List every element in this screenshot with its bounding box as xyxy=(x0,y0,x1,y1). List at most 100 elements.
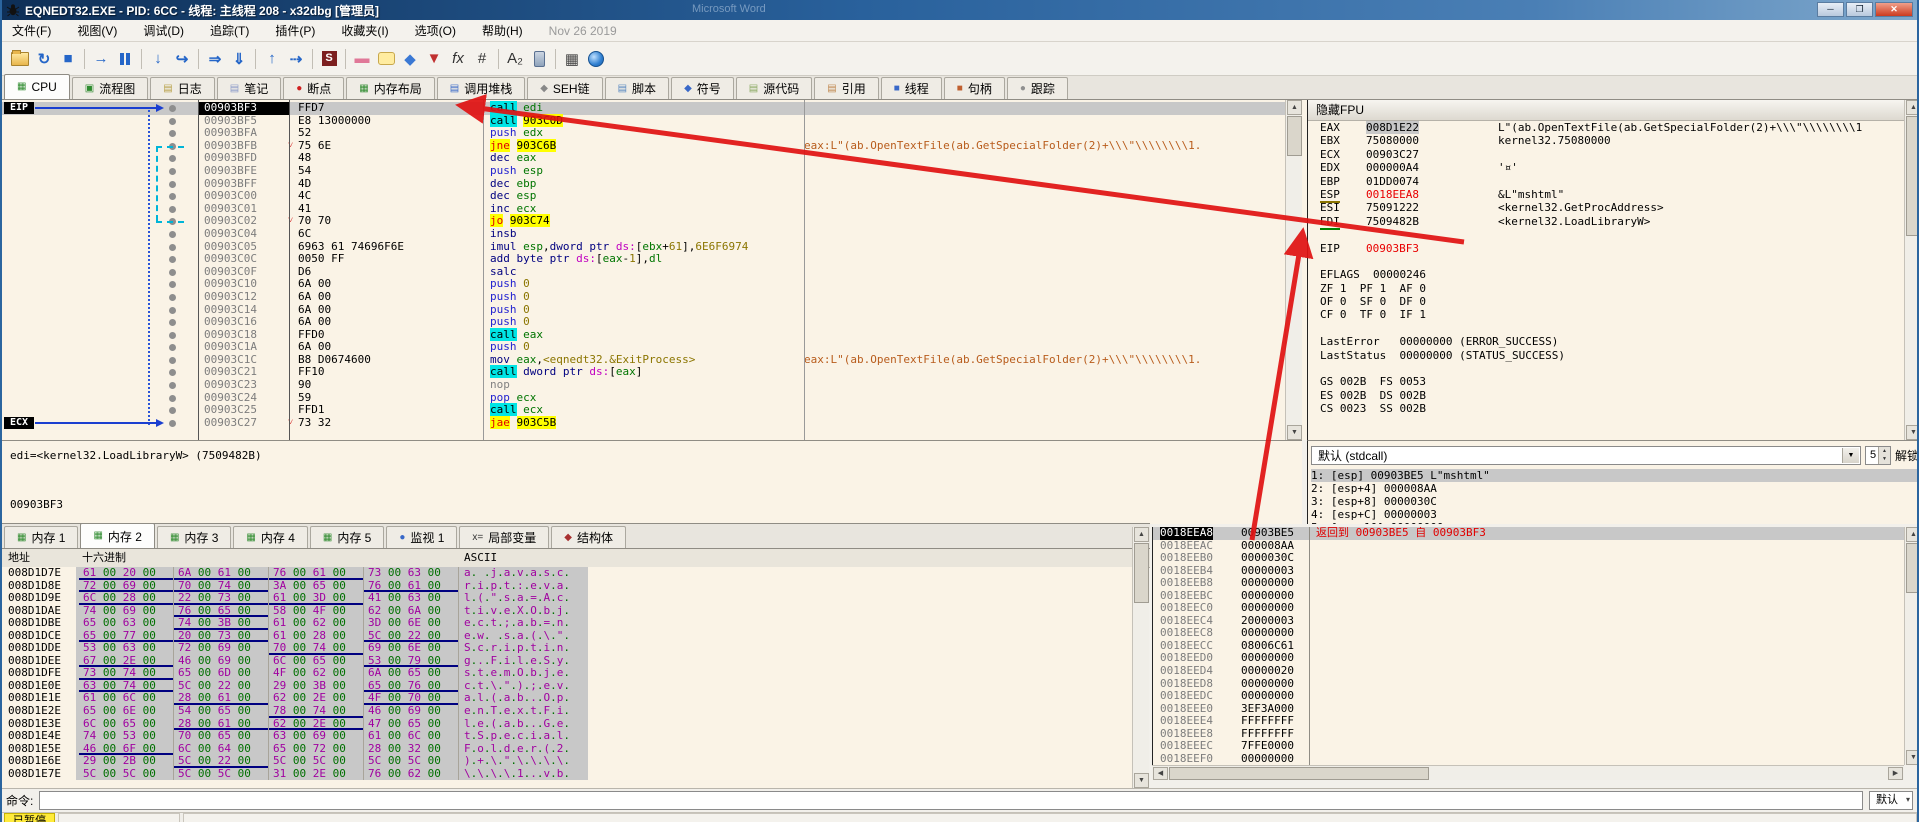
disasm-row[interactable]: 00903C23 90 nop xyxy=(2,378,1285,392)
breakpoint-dot-icon[interactable] xyxy=(169,193,176,201)
breakpoint-dot-icon[interactable] xyxy=(169,382,176,390)
close-button[interactable]: ✕ xyxy=(1875,2,1913,17)
unlock-label[interactable]: 解锁 xyxy=(1895,447,1917,464)
phone-icon[interactable] xyxy=(527,48,551,70)
scroll-thumb[interactable] xyxy=(1169,767,1429,780)
hash-icon[interactable]: # xyxy=(470,48,494,70)
breakpoint-dot-icon[interactable] xyxy=(169,293,176,301)
tab-SEH链[interactable]: ◆ SEH链 xyxy=(527,77,603,99)
stack-row[interactable]: 0018EEA8 00903BE5 返回到 00903BE5 自 00903BF3 xyxy=(1153,527,1905,540)
scroll-up-icon[interactable]: ▲ xyxy=(1906,527,1917,542)
tab-流程图[interactable]: ▣ 流程图 xyxy=(71,77,149,99)
disasm-row[interactable]: 00903BFB ˅ 75 6E jne 903C6B eax:L"(ab.OpenTe… xyxy=(2,138,1285,153)
restart-icon[interactable]: ↻ xyxy=(32,48,56,70)
maximize-button[interactable]: ❐ xyxy=(1846,2,1873,17)
tab-引用[interactable]: ▤ 引用 xyxy=(814,77,879,99)
scroll-thumb[interactable] xyxy=(1134,543,1149,603)
bottom-tab-内存 2[interactable]: ▦ 内存 2 xyxy=(80,523,155,548)
comment-icon[interactable] xyxy=(374,48,398,70)
tab-源代码[interactable]: ▤ 源代码 xyxy=(735,77,813,99)
command-profile-select[interactable]: 默认 xyxy=(1869,791,1913,810)
disasm-row[interactable]: 00903C25 FFD1 call ecx xyxy=(2,403,1285,417)
breakpoint-dot-icon[interactable] xyxy=(169,306,176,314)
scroll-left-icon[interactable]: ◀ xyxy=(1153,767,1168,780)
scroll-down-icon[interactable]: ▼ xyxy=(1906,425,1917,440)
patch-icon[interactable]: ▬ xyxy=(350,48,374,70)
calculator-icon[interactable]: ▦ xyxy=(560,48,584,70)
tab-笔记[interactable]: ▤ 笔记 xyxy=(216,77,282,99)
function-icon[interactable]: fx xyxy=(446,48,470,70)
disasm-row[interactable]: 00903C1C B8 D0674600 mov eax,<eqnedt32.&Ex… xyxy=(2,353,1285,367)
breakpoint-dot-icon[interactable] xyxy=(169,205,176,213)
breakpoint-dot-icon[interactable] xyxy=(169,243,176,251)
dump-scrollbar[interactable]: ▲ ▼ xyxy=(1132,527,1149,788)
scroll-thumb[interactable] xyxy=(1906,543,1917,593)
scroll-right-icon[interactable]: ▶ xyxy=(1888,767,1903,780)
disasm-row[interactable]: 00903C0F D6 salc xyxy=(2,265,1285,279)
breakpoint-dot-icon[interactable] xyxy=(169,167,176,175)
scroll-up-icon[interactable]: ▲ xyxy=(1287,100,1302,115)
stack-row[interactable]: 0018EEDC 00000000 xyxy=(1153,690,1905,703)
menu-item[interactable]: 收藏夹(I) xyxy=(341,22,388,39)
tab-调用堆栈[interactable]: ▤ 调用堆栈 xyxy=(436,77,526,99)
disasm-row[interactable]: 00903C12 6A 00 push 0 xyxy=(2,290,1285,304)
attach-icon[interactable]: ⇢ xyxy=(284,48,308,70)
bottom-tab-内存 4[interactable]: ▦ 内存 4 xyxy=(233,526,308,548)
stack-row[interactable]: 0018EEB0 0000030C xyxy=(1153,552,1905,565)
run-icon[interactable]: → xyxy=(89,48,113,70)
tab-符号[interactable]: ◆ 符号 xyxy=(671,77,734,99)
minimize-button[interactable]: ─ xyxy=(1817,2,1844,17)
breakpoint-dot-icon[interactable] xyxy=(169,407,176,415)
execute-till-return-icon[interactable]: ⇒ xyxy=(203,48,227,70)
step-over-icon[interactable]: ↪ xyxy=(170,48,194,70)
disasm-row[interactable]: 00903BFD 48 dec eax xyxy=(2,152,1285,165)
internet-icon[interactable] xyxy=(584,48,608,70)
stack-row[interactable]: 0018EED4 00000020 xyxy=(1153,664,1905,678)
hide-fpu-button[interactable]: 隐藏FPU xyxy=(1308,100,1905,121)
argument-row[interactable]: 5: [esp+10] 00000000 xyxy=(1311,521,1917,524)
pause-icon[interactable] xyxy=(113,48,137,70)
disasm-row[interactable]: 00903C10 6A 00 push 0 xyxy=(2,278,1285,291)
breakpoint-dot-icon[interactable] xyxy=(169,256,176,264)
registers-vscrollbar[interactable]: ▲ ▼ xyxy=(1904,100,1917,440)
argument-row[interactable]: 4: [esp+C] 00000003 xyxy=(1311,508,1917,521)
dump-row[interactable]: 008D1E7E 5C 00 5C 00 5C 00 5C 00 31 00 2E 0… xyxy=(2,767,1132,781)
tab-脚本[interactable]: ▤ 脚本 xyxy=(604,77,670,99)
scroll-down-icon[interactable]: ▼ xyxy=(1287,425,1302,440)
scroll-thumb[interactable] xyxy=(1906,116,1917,236)
disasm-row[interactable]: 00903C18 FFD0 call eax xyxy=(2,327,1285,342)
breakpoint-dot-icon[interactable] xyxy=(169,344,176,352)
disasm-row[interactable]: 00903C00 4C dec esp xyxy=(2,189,1285,203)
command-input[interactable] xyxy=(39,791,1863,810)
breakpoint-dot-icon[interactable] xyxy=(169,319,176,327)
disasm-row[interactable]: 00903BF3 FFD7 call edi xyxy=(2,101,1285,115)
argument-row[interactable]: 1: [esp] 00903BE5 L"mshtml" xyxy=(1311,469,1917,482)
bottom-tab-结构体[interactable]: ◆ 结构体 xyxy=(551,526,626,548)
chevron-down-icon[interactable]: ▼ xyxy=(1841,447,1859,463)
disasm-row[interactable]: 00903BFF 4D dec ebp xyxy=(2,177,1285,191)
menu-item[interactable]: 追踪(T) xyxy=(210,22,249,39)
disasm-row[interactable]: 00903C0C 0050 FF add byte ptr ds:[eax-1],d… xyxy=(2,252,1285,266)
breakpoint-dot-icon[interactable] xyxy=(169,369,176,377)
bottom-tab-局部变量[interactable]: x= 局部变量 xyxy=(459,526,550,548)
scroll-thumb[interactable] xyxy=(1287,116,1302,156)
disasm-row[interactable]: 00903C27 ˅ 73 32 jae 903C5B xyxy=(2,415,1285,430)
breakpoint-dot-icon[interactable] xyxy=(169,331,176,339)
scroll-up-icon[interactable]: ▲ xyxy=(1906,100,1917,115)
disasm-row[interactable]: 00903BFA 52 push edx xyxy=(2,126,1285,140)
bottom-tab-内存 1[interactable]: ▦ 内存 1 xyxy=(4,526,79,548)
stack-row[interactable]: 0018EEB8 00000000 xyxy=(1153,577,1905,590)
step-out-icon[interactable]: ⇓ xyxy=(227,48,251,70)
breakpoint-dot-icon[interactable] xyxy=(169,105,176,112)
breakpoint-dot-icon[interactable] xyxy=(169,394,176,402)
disasm-scrollbar[interactable]: ▲ ▼ xyxy=(1285,100,1302,440)
disasm-row[interactable]: 00903C01 41 inc ecx xyxy=(2,202,1285,216)
disasm-row[interactable]: 00903BF5 E8 13000000 call 903C0D xyxy=(2,113,1285,128)
calling-convention-select[interactable]: 默认 (stdcall) ▼ xyxy=(1311,445,1861,465)
scroll-down-icon[interactable]: ▼ xyxy=(1134,773,1149,788)
breakpoint-dot-icon[interactable] xyxy=(169,230,176,238)
tab-跟踪[interactable]: ● 跟踪 xyxy=(1006,77,1068,99)
bottom-tab-内存 5[interactable]: ▦ 内存 5 xyxy=(309,526,385,548)
bottom-tab-内存 3[interactable]: ▦ 内存 3 xyxy=(156,526,232,548)
scroll-down-icon[interactable]: ▼ xyxy=(1906,750,1917,765)
